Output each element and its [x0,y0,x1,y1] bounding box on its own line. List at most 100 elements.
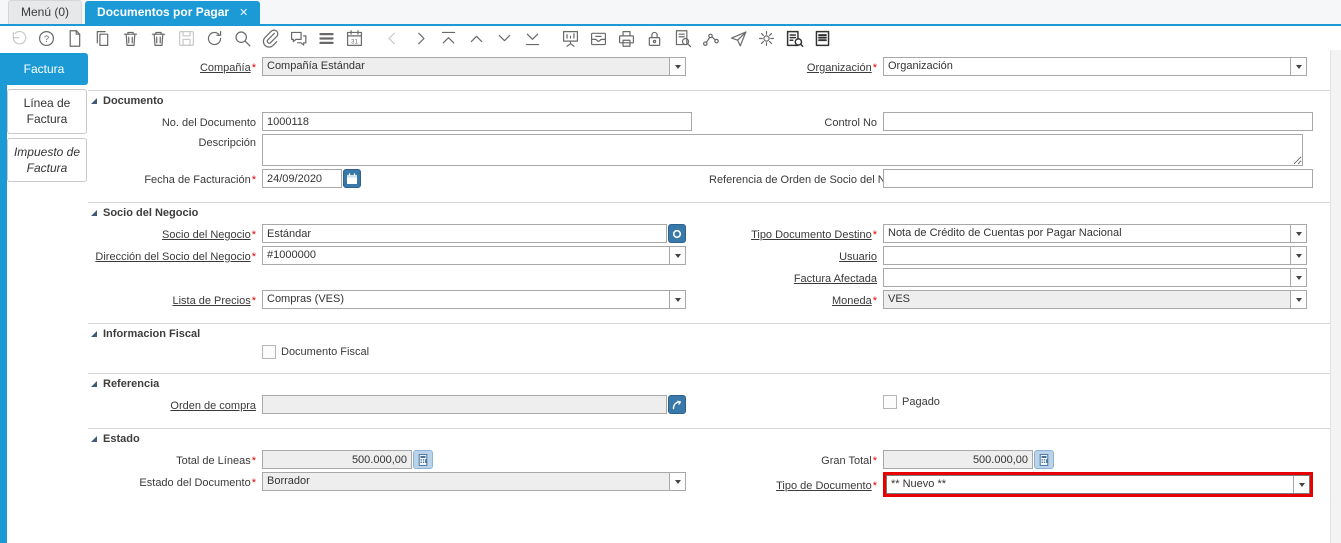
section-documento: Documento [88,90,1330,109]
parent-record-icon[interactable] [439,29,458,48]
chevron-down-icon[interactable] [669,291,685,308]
field-label: Factura Afectada [709,270,877,285]
field-label: Tipo Documento Destino* [709,226,877,241]
chevron-down-icon[interactable] [1290,247,1306,264]
settings-icon[interactable] [757,29,776,48]
collapse-triangle-icon[interactable] [91,98,97,104]
section-title: Documento [103,95,164,107]
gran-total-input[interactable] [883,450,1033,469]
close-tab-icon[interactable]: ✕ [239,6,248,19]
active-tab-label: Documentos por Pagar [97,5,229,19]
pagado-label: Pagado [902,396,940,408]
section-referencia: Referencia [88,373,1330,392]
control-no-input[interactable] [883,112,1313,131]
last-record-icon[interactable] [523,29,542,48]
no-documento-input[interactable] [262,112,692,131]
field-label: Moneda* [709,292,877,307]
chevron-down-icon[interactable] [1293,476,1309,493]
svg-text:31: 31 [351,39,358,45]
pagado-checkbox[interactable] [883,395,897,409]
chat-icon[interactable] [289,29,308,48]
chevron-down-icon[interactable] [669,473,685,490]
grid-toggle-icon[interactable] [317,29,336,48]
tipo-documento-combobox[interactable]: ** Nuevo ** [886,475,1310,494]
help-icon[interactable]: ? [37,29,56,48]
sidebar-accent-strip [0,53,7,543]
section-estado: Estado [88,428,1330,447]
factura-afectada-combobox[interactable] [883,268,1307,287]
workflow-icon[interactable] [701,29,720,48]
estado-documento-combobox[interactable]: Borrador [262,472,686,491]
direccion-socio-value: #1000000 [263,247,669,264]
delete-selection-icon[interactable] [149,29,168,48]
business-partner-info-button[interactable] [668,224,686,243]
form-icon[interactable] [813,29,832,48]
descripcion-textarea[interactable] [262,134,1303,166]
refresh-icon[interactable] [205,29,224,48]
collapse-triangle-icon[interactable] [91,436,97,442]
usuario-value [884,247,1290,264]
field-label: Descripción [88,134,256,149]
prev-record-icon[interactable] [383,29,402,48]
field-label: Organización* [709,59,877,74]
save-icon[interactable] [177,29,196,48]
copy-record-icon[interactable] [93,29,112,48]
lista-precios-combobox[interactable]: Compras (VES) [262,290,686,309]
moneda-combobox[interactable]: VES [883,290,1307,309]
archive-icon[interactable] [589,29,608,48]
socio-negocio-input[interactable] [262,224,667,243]
print-preview-icon[interactable] [673,29,692,48]
new-record-icon[interactable] [65,29,84,48]
toolbar: ? 31 [0,26,1341,50]
referencia-orden-input[interactable] [883,169,1313,188]
lock-icon[interactable] [645,29,664,48]
menu-tab[interactable]: Menú (0) [8,0,82,24]
field-label: Estado del Documento* [88,474,256,489]
sidebar: Factura Línea de Factura Impuesto de Factu… [0,50,88,543]
print-icon[interactable] [617,29,636,48]
organizacion-combobox[interactable]: Organización [883,57,1307,76]
calendar-picker-button[interactable] [343,169,361,188]
orden-compra-input[interactable] [262,395,667,414]
collapse-triangle-icon[interactable] [91,331,97,337]
chevron-down-icon[interactable] [1290,269,1306,286]
chevron-down-icon[interactable] [1290,291,1306,308]
find-icon[interactable] [233,29,252,48]
chevron-down-icon[interactable] [1290,58,1306,75]
report-icon[interactable] [561,29,580,48]
section-informacion-fiscal: Informacion Fiscal [88,323,1330,342]
total-lineas-input[interactable] [262,450,412,469]
report-find-icon[interactable] [785,29,804,48]
direccion-socio-combobox[interactable]: #1000000 [262,246,686,265]
calculator-icon[interactable] [413,450,433,469]
tab-documentos-por-pagar[interactable]: Documentos por Pagar ✕ [85,1,260,24]
zoom-record-button[interactable] [668,395,686,414]
chevron-down-icon[interactable] [669,247,685,264]
documento-fiscal-checkbox[interactable] [262,345,276,359]
tab-linea-de-factura[interactable]: Línea de Factura [7,89,87,133]
svg-text:?: ? [44,33,49,44]
next-record-icon[interactable] [411,29,430,48]
tab-impuesto-de-factura[interactable]: Impuesto de Factura [7,138,87,182]
compania-combobox[interactable]: Compañía Estándar [262,57,686,76]
collapse-triangle-icon[interactable] [91,381,97,387]
calendar-icon[interactable]: 31 [345,29,364,48]
collapse-triangle-icon[interactable] [91,210,97,216]
down-record-icon[interactable] [495,29,514,48]
delete-record-icon[interactable] [121,29,140,48]
field-label: Dirección del Socio del Negocio* [88,248,256,263]
scrollbar-gutter[interactable] [1330,50,1341,543]
chevron-down-icon[interactable] [1290,225,1306,242]
fecha-facturacion-input[interactable] [262,169,342,188]
attachment-icon[interactable] [261,29,280,48]
calculator-icon[interactable] [1034,450,1054,469]
compania-value: Compañía Estándar [263,58,669,75]
tipo-documento-destino-combobox[interactable]: Nota de Crédito de Cuentas por Pagar Nac… [883,224,1307,243]
chevron-down-icon[interactable] [669,58,685,75]
tab-factura[interactable]: Factura [0,53,88,85]
field-label: Socio del Negocio* [88,226,256,241]
usuario-combobox[interactable] [883,246,1307,265]
up-record-icon[interactable] [467,29,486,48]
undo-icon[interactable] [9,29,28,48]
send-icon[interactable] [729,29,748,48]
